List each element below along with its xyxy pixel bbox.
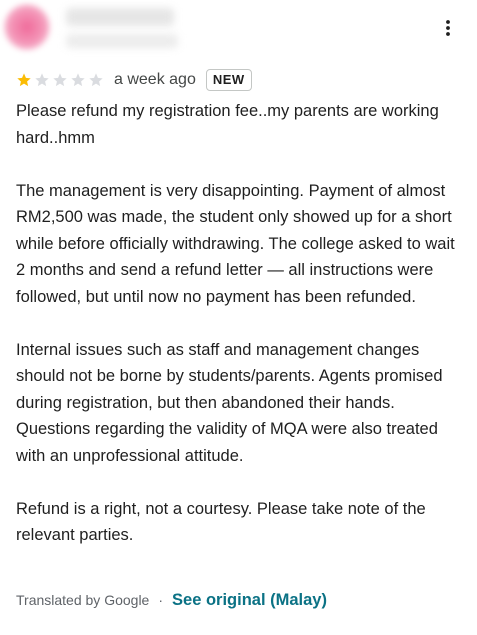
review-paragraph: The management is very disappointing. Pa… [16,181,455,306]
separator-dot: · [158,592,164,608]
star-rating [16,72,104,88]
more-vert-icon [446,20,450,36]
star-empty-icon [35,73,49,87]
translated-by-label: Translated by Google [16,592,150,608]
review-paragraph: Please refund my registration fee..my pa… [16,102,439,147]
star-empty-icon [71,73,85,87]
see-original-link[interactable]: See original (Malay) [172,591,327,610]
star-filled-icon [17,73,31,87]
review-paragraph: Refund is a right, not a courtesy. Pleas… [16,499,426,545]
star-empty-icon [89,73,103,87]
new-badge: NEW [205,69,252,91]
more-options-button[interactable] [436,16,460,40]
star-empty-icon [53,73,67,87]
review-header [0,0,477,62]
reviewer-name-redacted[interactable] [66,8,174,26]
rating-row: a week ago NEW [16,68,252,92]
review-text: Please refund my registration fee..my pa… [16,98,468,549]
translation-footer: Translated by Google · See original (Mal… [16,588,327,612]
review-paragraph: Internal issues such as staff and manage… [16,340,443,465]
avatar[interactable] [4,4,50,50]
review-date: a week ago [114,71,196,88]
reviewer-meta-redacted [66,34,178,48]
